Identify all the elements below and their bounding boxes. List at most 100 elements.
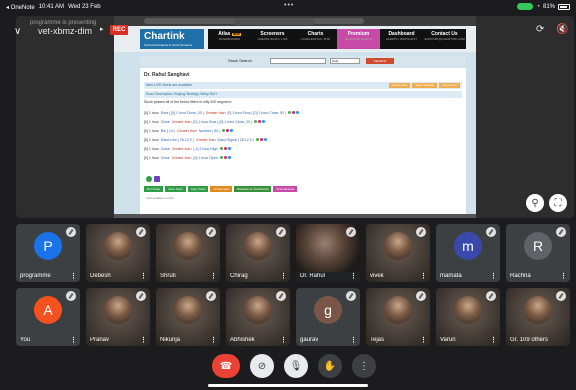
copy-scan-action-button: Copy Scan [187, 186, 209, 192]
status-time: 10:41 AM [38, 3, 65, 10]
more-vertical-icon[interactable]: ⋮ [140, 272, 147, 280]
participant-name: Gr. 109 others [510, 337, 549, 343]
multitask-dots[interactable]: ••• [284, 2, 294, 9]
participant-tile[interactable]: P programme ⋮ [16, 224, 80, 282]
wifi-icon: ◔ [536, 3, 540, 10]
meeting-code[interactable]: vet-xbmz-dim [38, 26, 92, 36]
mic-off-icon [66, 227, 76, 237]
home-indicator[interactable] [208, 384, 368, 387]
pin-icon[interactable]: ⚲ [526, 194, 544, 212]
participant-name: Shruti [160, 273, 176, 279]
more-vertical-icon[interactable]: ⋮ [280, 272, 287, 280]
chevron-down-icon[interactable]: ∨ [14, 26, 21, 37]
scan-condition-row: [0] 1 hour Close Greater than [-1] 1 hou… [144, 144, 462, 153]
participant-tile[interactable]: Pranav ⋮ [86, 288, 150, 346]
avatar [384, 232, 412, 260]
row-action-icons [288, 111, 300, 114]
avatar: g [314, 296, 342, 324]
participant-tile[interactable]: Debesh ⋮ [86, 224, 150, 282]
more-vertical-icon[interactable]: ⋮ [490, 272, 497, 280]
search-button: SEARCH [366, 58, 394, 64]
more-vertical-icon[interactable]: ⋮ [280, 336, 287, 344]
more-vertical-icon[interactable]: ⋮ [350, 272, 357, 280]
more-vertical-icon[interactable]: ⋮ [420, 272, 427, 280]
mic-off-icon [556, 227, 566, 237]
row-action-icons [219, 147, 231, 150]
more-vertical-icon[interactable]: ⋮ [140, 336, 147, 344]
more-vertical-icon[interactable]: ⋮ [210, 272, 217, 280]
participant-name: Nikunja [160, 337, 181, 343]
participant-name: gaurav [300, 337, 319, 343]
participant-name: mamata [440, 273, 462, 279]
participant-name: programme [20, 273, 51, 279]
stock-search-label: Stock Search [228, 58, 252, 63]
avatar [244, 296, 272, 324]
end-call-button[interactable]: ☎ [212, 354, 240, 378]
scan-panel: Dr. Rahul Sanghavi New LIVE Alerts are a… [140, 68, 466, 214]
mic-off-icon [486, 227, 496, 237]
back-to-app[interactable]: ◂ OneNote [6, 4, 35, 11]
stock-search-input [270, 58, 326, 64]
participant-tile[interactable]: R Rachna ⋮ [506, 224, 570, 282]
participant-tile[interactable]: Abhishek ⋮ [226, 288, 290, 346]
raise-hand-icon: ✋ [323, 360, 337, 372]
more-vertical-icon[interactable]: ⋮ [350, 336, 357, 344]
phone-hangup-icon: ☎ [219, 360, 233, 372]
create-alert-action-button: Create Alert [210, 186, 233, 192]
camera-flip-icon[interactable]: ⟳ [536, 24, 544, 35]
raise-hand-button[interactable]: ✋ [318, 354, 342, 378]
scan-results-button: Scan Results [273, 186, 298, 192]
participant-tile[interactable]: Chirag ⋮ [226, 224, 290, 282]
call-controls: ☎ ⊘ 🎙 ✋ ⋮ [0, 352, 576, 382]
mic-off-icon [276, 227, 286, 237]
participant-tile[interactable]: g gaurav ⋮ [296, 288, 360, 346]
more-vertical-icon[interactable]: ⋮ [420, 336, 427, 344]
avatar [244, 232, 272, 260]
add-filter-icons [146, 176, 160, 182]
scan-condition-row: [0] 1 hour Macd Line ( 26,12,9 ) Greater… [144, 135, 462, 144]
participant-name: vivek [370, 273, 384, 279]
scan-condition-row: [0] 1 hour Close Greater than [0] 1 hour… [144, 117, 462, 126]
speaker-off-icon[interactable]: 🔇 [556, 24, 568, 35]
avatar [384, 296, 412, 324]
avatar: R [524, 232, 552, 260]
participant-tile[interactable]: Gr. 109 others [506, 288, 570, 346]
participant-tile[interactable]: Shruti ⋮ [156, 224, 220, 282]
camera-toggle-button[interactable]: ⊘ [250, 354, 274, 378]
mic-off-icon [346, 291, 356, 301]
participant-tile[interactable]: Tejas ⋮ [366, 288, 430, 346]
chevron-right-icon[interactable]: ▸ [100, 25, 104, 33]
participant-tile[interactable]: Nikunja ⋮ [156, 288, 220, 346]
participant-name: Rachna [510, 273, 531, 279]
more-vertical-icon: ⋮ [359, 360, 369, 372]
scan-author: Dr. Rahul Sanghavi [144, 72, 190, 78]
more-vertical-icon[interactable]: ⋮ [560, 272, 567, 280]
mic-toggle-button[interactable]: 🎙 [284, 354, 308, 378]
battery-percent: 81% [542, 3, 555, 10]
participant-tile[interactable]: A You ⋮ [16, 288, 80, 346]
participant-name: You [20, 337, 31, 343]
participant-grid: P programme ⋮ Debesh ⋮ Shruti ⋮ Chirag ⋮… [16, 224, 574, 346]
participant-name: Chirag [230, 273, 248, 279]
more-options-button[interactable]: ⋮ [352, 354, 376, 378]
more-vertical-icon[interactable]: ⋮ [70, 336, 77, 344]
scan-footer: Last updated on Feb [146, 196, 174, 200]
status-date: Wed 23 Feb [68, 3, 101, 10]
more-vertical-icon[interactable]: ⋮ [490, 336, 497, 344]
copy-scan-button: Copy Scan [439, 83, 460, 88]
avatar [174, 296, 202, 324]
fullscreen-icon[interactable]: ⛶ [549, 194, 567, 212]
participant-tile[interactable]: vivek ⋮ [366, 224, 430, 282]
timeframe-select: Daily [330, 58, 360, 64]
status-bar: ◂ OneNote 10:41 AM Wed 23 Feb ••• ◔ 81% [0, 0, 576, 14]
participant-tile[interactable]: Varun ⋮ [436, 288, 500, 346]
scan-condition-row: [0] 1 hour Rsi ( 14 ) Greater than Numbe… [144, 126, 462, 135]
more-vertical-icon[interactable]: ⋮ [70, 272, 77, 280]
more-vertical-icon[interactable]: ⋮ [210, 336, 217, 344]
participant-tile[interactable]: m mamata ⋮ [436, 224, 500, 282]
avatar [104, 296, 132, 324]
participant-tile[interactable]: Dr. Rahul ⋮ [296, 224, 360, 282]
mic-off-icon [136, 227, 146, 237]
add-group-icon [154, 176, 160, 182]
run-scan-button: Run Scan [144, 186, 164, 192]
